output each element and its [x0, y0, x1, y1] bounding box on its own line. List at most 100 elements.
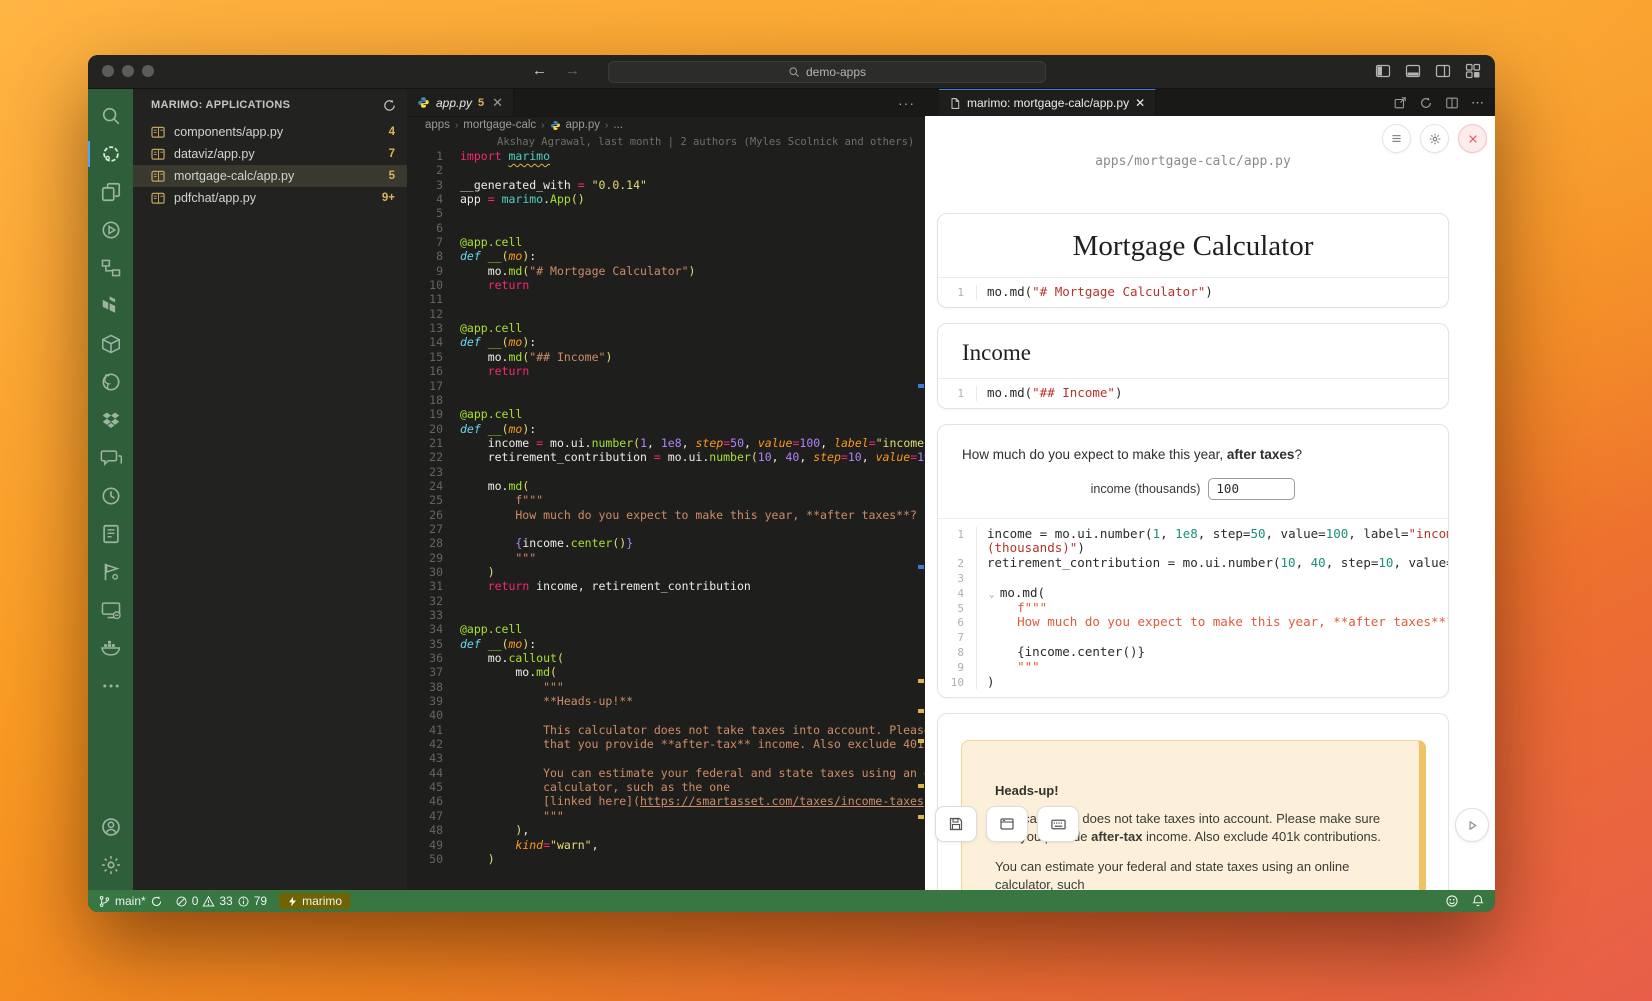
package-activity-icon[interactable] — [88, 325, 133, 363]
git-branch-item[interactable]: main* — [98, 894, 163, 908]
item-count-badge: 9+ — [382, 192, 395, 204]
toggle-primary-sidebar-icon[interactable] — [1375, 63, 1391, 79]
python-icon — [417, 96, 430, 109]
workbench: MARIMO: APPLICATIONS components/app.py4d… — [88, 89, 1495, 890]
search-activity-icon[interactable] — [88, 97, 133, 135]
marimo-webview: apps/mortgage-calc/app.py Mortgage Calcu… — [925, 116, 1495, 890]
gear-icon — [1428, 132, 1442, 146]
webview-settings-button[interactable] — [1420, 124, 1449, 153]
tab-marimo-preview[interactable]: marimo: mortgage-calc/app.py ✕ — [939, 89, 1156, 116]
preview-tab-label: marimo: mortgage-calc/app.py — [967, 96, 1129, 110]
command-center-search[interactable]: demo-apps — [608, 61, 1046, 83]
error-icon — [175, 895, 188, 908]
sidebar-item[interactable]: mortgage-calc/app.py5 — [133, 165, 407, 187]
item-count-badge: 7 — [389, 148, 395, 160]
desktop-background: ← → demo-apps — [0, 0, 1652, 1001]
clock-play-activity-icon[interactable] — [88, 477, 133, 515]
feedback-smiley-icon[interactable] — [1445, 894, 1459, 908]
app-title: Mortgage Calculator — [938, 214, 1448, 277]
cell-income-input: How much do you expect to make this year… — [937, 424, 1449, 699]
titlebar: ← → demo-apps — [88, 55, 1495, 89]
activity-bar — [88, 89, 133, 890]
sync-icon — [150, 895, 163, 908]
item-count-badge: 5 — [389, 170, 395, 182]
account-icon[interactable] — [88, 808, 133, 846]
search-box-text: demo-apps — [806, 65, 866, 79]
callout-title: Heads-up! — [995, 783, 1393, 798]
dropbox-activity-icon[interactable] — [88, 401, 133, 439]
terraform-activity-icon[interactable] — [88, 287, 133, 325]
comments-activity-icon[interactable] — [88, 439, 133, 477]
code-editor[interactable]: Akshay Agrawal, last month | 2 authors (… — [407, 135, 925, 890]
remote-monitor-activity-icon[interactable] — [88, 591, 133, 629]
info-icon — [237, 895, 250, 908]
marimo-activity-icon[interactable] — [88, 135, 133, 173]
forward-button[interactable]: → — [565, 62, 580, 79]
python-icon — [550, 120, 561, 131]
branch-icon — [98, 895, 111, 908]
bell-icon[interactable] — [1471, 894, 1485, 908]
play-icon — [1466, 819, 1479, 832]
keyboard-shortcuts-button[interactable] — [1037, 806, 1079, 842]
sidebar-item[interactable]: components/app.py4 — [133, 121, 407, 143]
preview-tab-close-icon[interactable]: ✕ — [1135, 96, 1145, 110]
sidebar-item[interactable]: dataviz/app.py7 — [133, 143, 407, 165]
editor-more-actions[interactable]: ··· — [888, 95, 925, 111]
webview-menu-button[interactable] — [1382, 124, 1411, 153]
status-bar: main* 0 33 79 marimo — [88, 890, 1495, 912]
notebook-activity-icon[interactable] — [88, 515, 133, 553]
zoom-window-button[interactable] — [142, 65, 154, 77]
tab-problems-badge: 5 — [478, 97, 484, 109]
tab-label: app.py — [436, 96, 472, 110]
docker-activity-icon[interactable] — [88, 629, 133, 667]
close-icon — [1467, 133, 1479, 145]
back-button[interactable]: ← — [532, 62, 547, 79]
refresh-icon[interactable] — [1419, 96, 1433, 110]
preview-group: marimo: mortgage-calc/app.py ✕ ⋯ — [925, 89, 1495, 890]
customize-layout-icon[interactable] — [1465, 63, 1481, 79]
sidebar-item[interactable]: pdfchat/app.py9+ — [133, 187, 407, 209]
warning-icon — [202, 895, 215, 908]
refresh-icon[interactable] — [382, 98, 397, 113]
copy-files-activity-icon[interactable] — [88, 173, 133, 211]
cell-code[interactable]: 1income = mo.ui.number(1, 1e8, step=50, … — [938, 519, 1448, 698]
split-editor-icon[interactable] — [1445, 96, 1459, 110]
run-cell-button[interactable] — [1455, 808, 1489, 842]
editor-group: app.py 5 ✕ ··· apps› mortgage-calc› app.… — [407, 89, 925, 890]
open-external-icon[interactable] — [1393, 96, 1407, 110]
settings-gear-icon[interactable] — [88, 846, 133, 884]
notebook-file-icon — [151, 170, 169, 183]
keyboard-icon — [1050, 816, 1067, 833]
tab-close-icon[interactable]: ✕ — [492, 95, 503, 111]
income-input[interactable] — [1208, 478, 1295, 500]
sidebar-file-list: components/app.py4dataviz/app.py7mortgag… — [133, 121, 407, 209]
minimize-window-button[interactable] — [122, 65, 134, 77]
more-activity-icon[interactable] — [88, 667, 133, 705]
overview-ruler — [916, 135, 925, 890]
tab-app-py[interactable]: app.py 5 ✕ — [407, 89, 514, 116]
cell-code[interactable]: 1mo.md("## Income") — [938, 379, 1448, 408]
callout-paragraph: You can estimate your federal and state … — [995, 858, 1393, 890]
preview-tab-bar: marimo: mortgage-calc/app.py ✕ ⋯ — [925, 89, 1495, 117]
cell-income-title: Income 1mo.md("## Income") — [937, 323, 1449, 409]
problems-item[interactable]: 0 33 79 — [175, 894, 267, 908]
panel-button[interactable] — [986, 806, 1028, 842]
webview-shutdown-button[interactable] — [1458, 124, 1487, 153]
close-window-button[interactable] — [102, 65, 114, 77]
editor-tab-bar: app.py 5 ✕ ··· — [407, 89, 925, 117]
toggle-panel-icon[interactable] — [1405, 63, 1421, 79]
run-circle-activity-icon[interactable] — [88, 211, 133, 249]
git-blame-annotation: Akshay Agrawal, last month | 2 authors (… — [407, 135, 925, 149]
breadcrumb[interactable]: apps› mortgage-calc› app.py› ... — [407, 116, 925, 134]
save-icon — [948, 816, 964, 832]
github-activity-icon[interactable] — [88, 363, 133, 401]
hierarchy-activity-icon[interactable] — [88, 249, 133, 287]
cell-code[interactable]: 1mo.md("# Mortgage Calculator") — [938, 278, 1448, 307]
more-actions-icon[interactable]: ⋯ — [1471, 95, 1485, 111]
toggle-secondary-sidebar-icon[interactable] — [1435, 63, 1451, 79]
flag-debug-activity-icon[interactable] — [88, 553, 133, 591]
marimo-status-item[interactable]: marimo — [279, 893, 350, 909]
cell-callout: Heads-up! This calculator does not take … — [937, 713, 1449, 890]
save-button[interactable] — [935, 806, 977, 842]
income-input-label: income (thousands) — [1091, 482, 1201, 496]
